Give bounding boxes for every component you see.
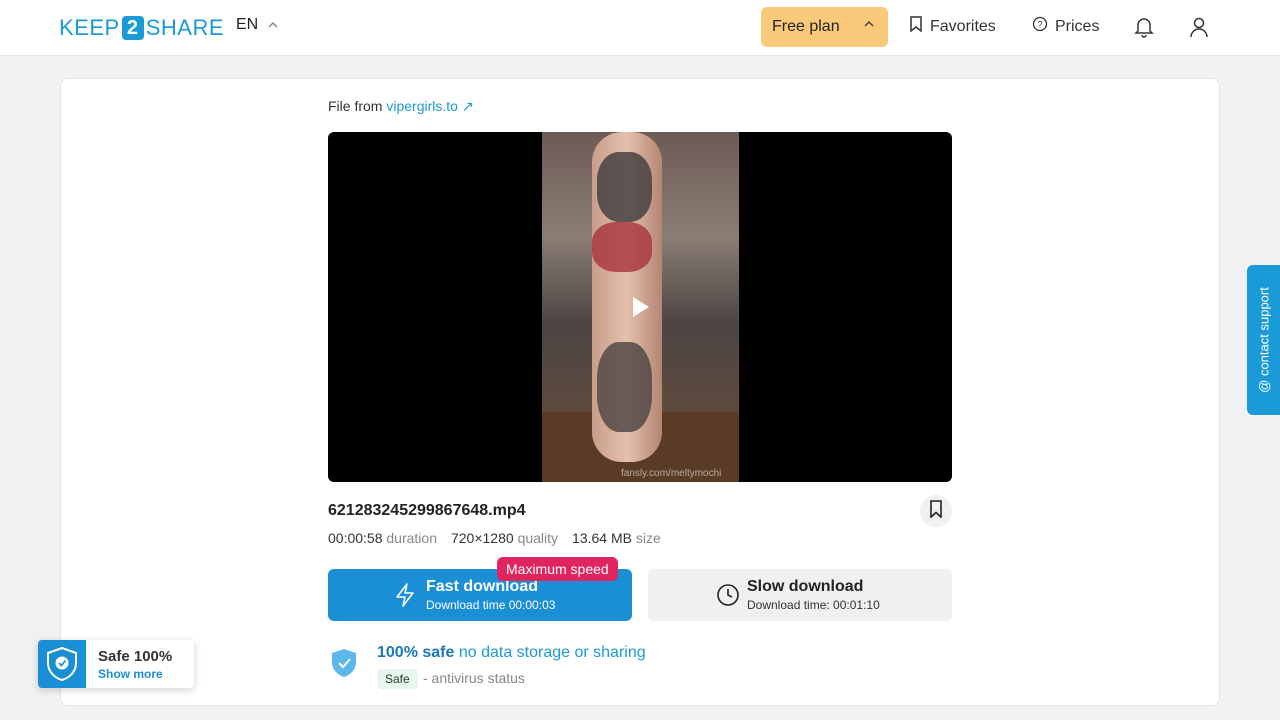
keep2share-logo[interactable]: KEEP 2 SHARE: [59, 14, 224, 42]
free-plan-button[interactable]: Free plan: [761, 7, 888, 47]
fast-download-time: Download time 00:00:03: [426, 598, 556, 612]
file-meta: 00:00:58 duration 720×1280 quality 13.64…: [328, 530, 661, 546]
video-watermark: fansly.com/meltymochi: [621, 468, 722, 479]
question-circle-icon: ?: [1032, 16, 1048, 37]
bookmark-icon: [909, 16, 923, 37]
video-preview[interactable]: fansly.com/meltymochi: [328, 132, 952, 482]
language-label: EN: [236, 16, 259, 33]
antivirus-status-text: - antivirus status: [423, 670, 525, 686]
safety-text: 100% safe no data storage or sharing: [377, 644, 646, 662]
chevron-up-icon: [268, 20, 278, 31]
bell-icon[interactable]: [1132, 15, 1156, 39]
meta-duration: 00:00:58 duration: [328, 530, 437, 546]
shield-check-icon: [331, 648, 357, 683]
slow-download-title: Slow download: [747, 578, 864, 595]
file-source: File from vipergirls.to ↗: [328, 98, 474, 115]
svg-text:?: ?: [1037, 20, 1042, 30]
logo-text-mid: 2: [121, 16, 144, 40]
top-header: KEEP 2 SHARE EN Free plan Favorites ? Pr…: [0, 0, 1280, 56]
slow-download-time: Download time: 00:01:10: [747, 598, 880, 612]
logo-text-right: SHARE: [145, 15, 224, 40]
safe-widget[interactable]: Safe 100% Show more: [38, 640, 194, 688]
contact-support-label: @ contact support: [1256, 287, 1271, 393]
safety-rest: no data storage or sharing: [458, 644, 646, 661]
shield-check-icon: [38, 640, 86, 688]
free-plan-label: Free plan: [772, 18, 840, 35]
language-selector[interactable]: EN: [236, 16, 278, 34]
show-more-link[interactable]: Show more: [98, 667, 163, 681]
file-name: 621283245299867648.mp4: [328, 502, 526, 519]
play-icon[interactable]: [633, 297, 649, 317]
safe-widget-title: Safe 100%: [98, 648, 173, 665]
favorites-link[interactable]: Favorites: [909, 16, 996, 37]
slow-download-button[interactable]: Slow download Download time: 00:01:10: [648, 569, 952, 621]
prices-label: Prices: [1055, 17, 1100, 35]
add-favorite-button[interactable]: [920, 495, 952, 527]
contact-support-tab[interactable]: @ contact support: [1247, 265, 1280, 415]
favorites-label: Favorites: [930, 17, 996, 35]
logo-text-left: KEEP: [59, 15, 120, 40]
external-link-icon: ↗: [461, 98, 474, 114]
file-source-link[interactable]: vipergirls.to ↗: [386, 98, 473, 114]
chevron-up-icon: [864, 19, 874, 30]
clock-icon: [716, 583, 740, 612]
meta-quality: 720×1280 quality: [450, 530, 559, 546]
safe-status-badge: Safe: [377, 669, 418, 689]
bookmark-icon: [929, 499, 943, 523]
meta-size: 13.64 MB size: [572, 530, 661, 546]
user-icon[interactable]: [1187, 15, 1211, 39]
safety-strong: 100% safe: [377, 644, 455, 661]
maximum-speed-badge: Maximum speed: [497, 557, 618, 581]
file-source-prefix: File from: [328, 98, 383, 114]
lightning-icon: [394, 583, 416, 612]
prices-link[interactable]: ? Prices: [1032, 16, 1099, 37]
